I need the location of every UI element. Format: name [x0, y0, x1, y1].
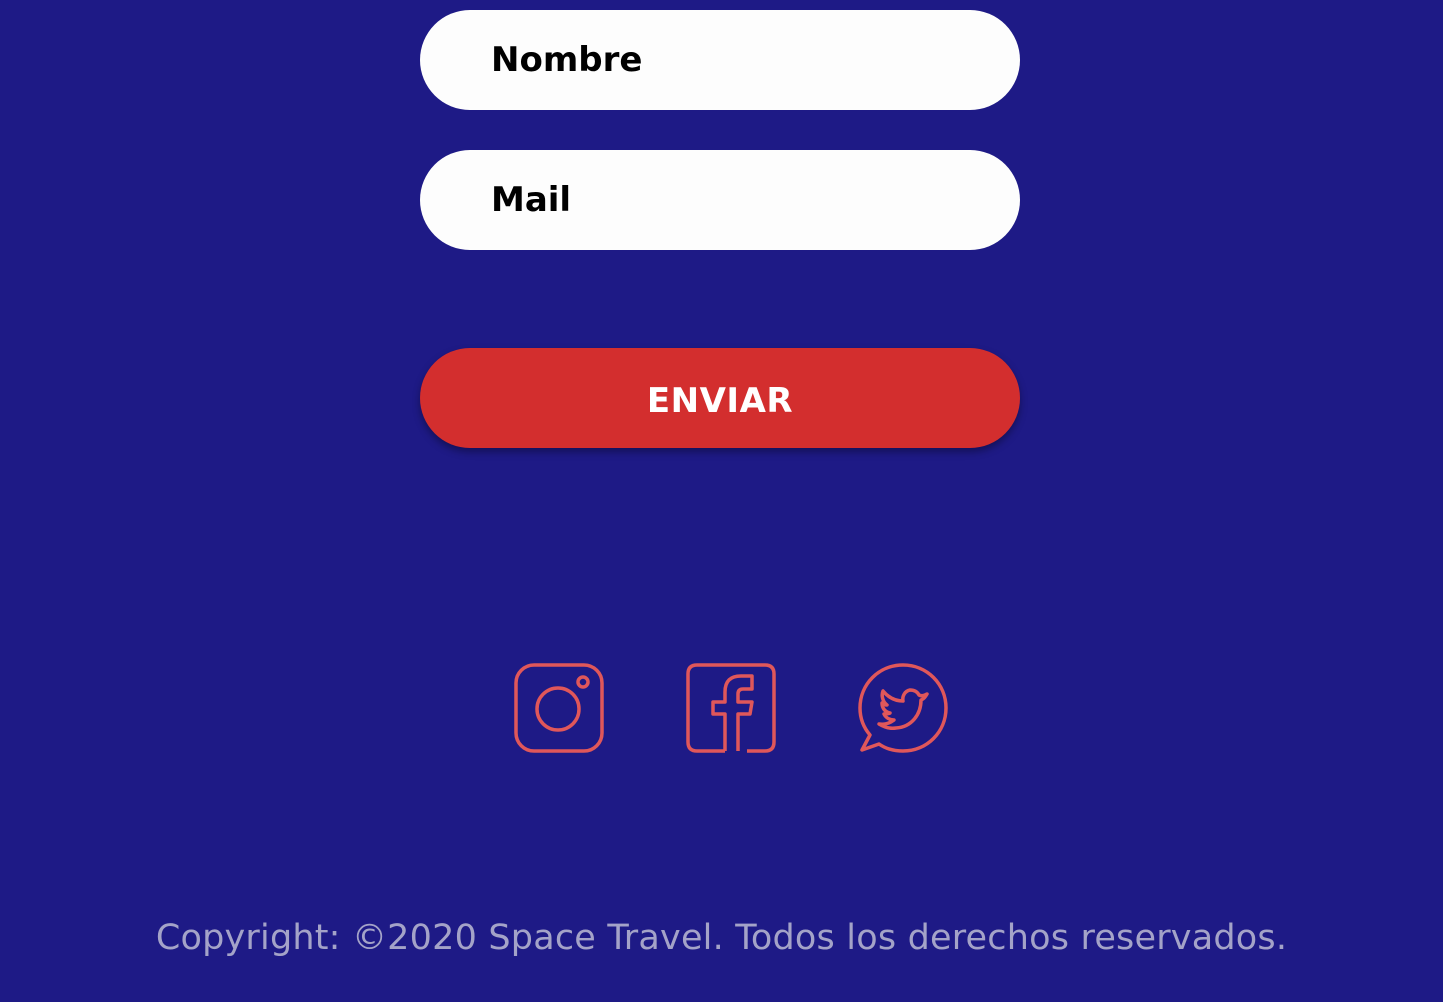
facebook-link[interactable] [685, 662, 777, 754]
name-input[interactable] [420, 10, 1020, 110]
instagram-icon [514, 663, 604, 753]
social-links [513, 662, 949, 754]
instagram-link[interactable] [513, 662, 605, 754]
twitter-link[interactable] [857, 662, 949, 754]
contact-form: ENVIAR [420, 10, 1020, 448]
submit-button[interactable]: ENVIAR [420, 348, 1020, 448]
twitter-icon [858, 663, 948, 753]
facebook-icon [686, 663, 776, 753]
copyright-text: Copyright: ©2020 Space Travel. Todos los… [155, 918, 1288, 958]
mail-input[interactable] [420, 150, 1020, 250]
